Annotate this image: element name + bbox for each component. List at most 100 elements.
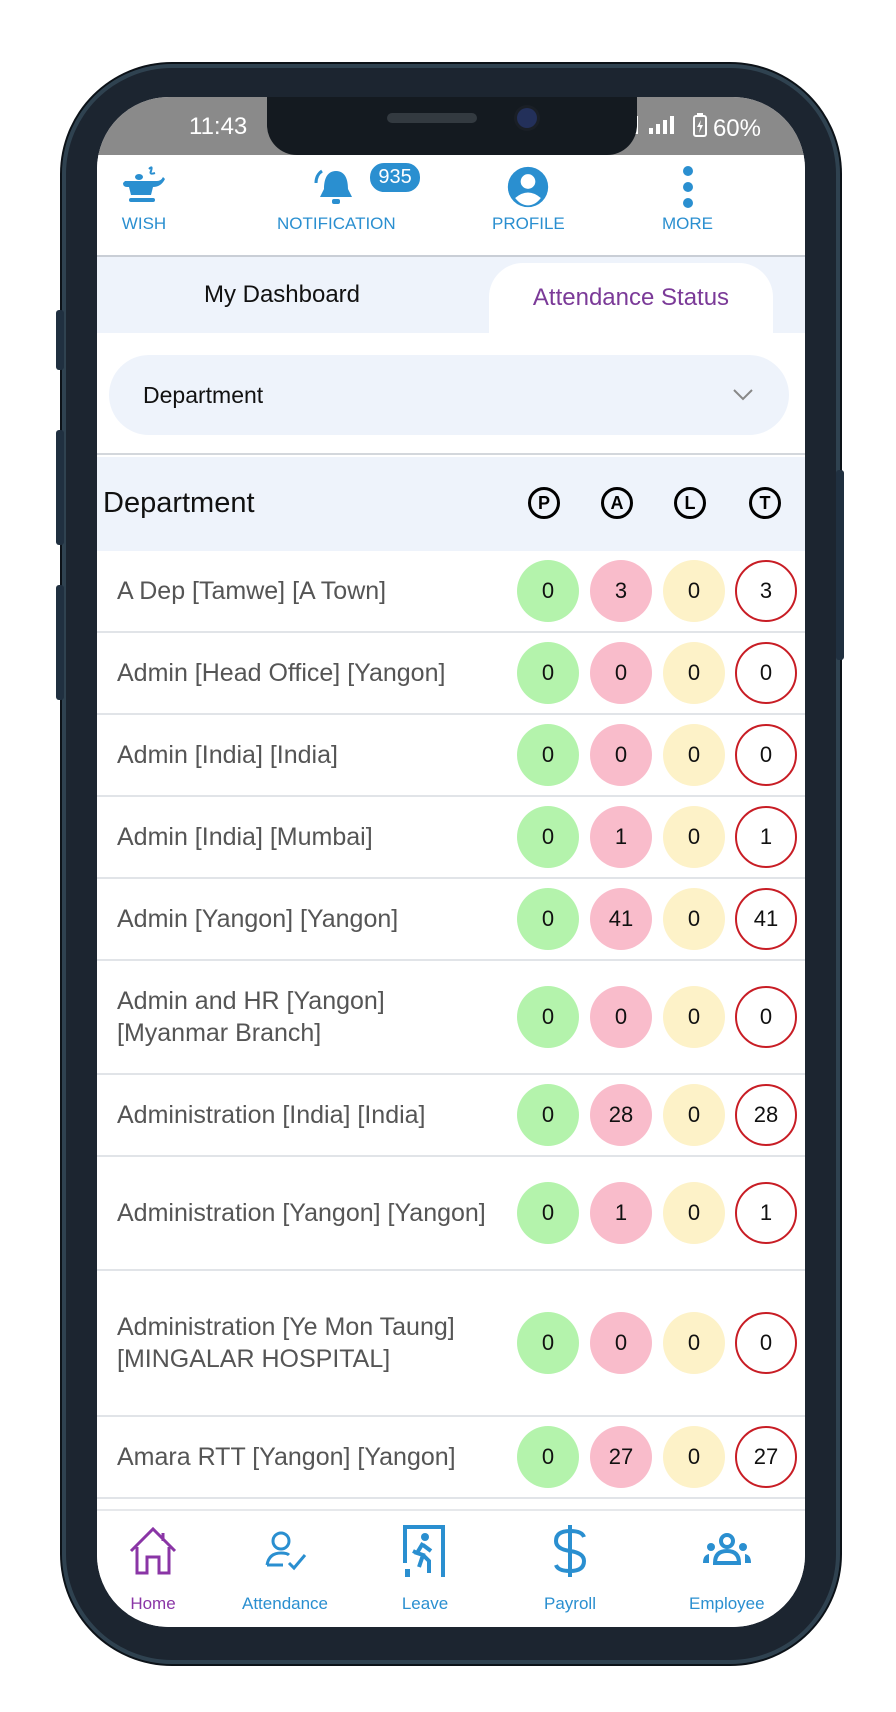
screen: 11:43 60% WISH 935 NOTIFICATION PROFILE … [97,97,805,1627]
top-nav-more[interactable]: MORE [662,165,713,234]
leave-count: 0 [663,986,725,1048]
department-name: Admin [Yangon] [Yangon] [117,905,399,933]
absent-count: 3 [590,560,652,622]
exit-door-icon [397,1523,453,1594]
side-button [56,430,64,545]
user-circle-icon [504,165,552,214]
bottom-nav-employee-label: Employee [689,1594,765,1613]
more-vertical-icon [678,165,698,214]
power-button [836,470,844,660]
group-icon [699,1523,755,1594]
top-nav-more-label: MORE [662,214,713,233]
top-nav-profile-label: PROFILE [492,214,565,233]
top-nav-wish[interactable]: WISH [119,165,169,234]
status-time: 11:43 [189,113,248,140]
absent-count: 0 [590,724,652,786]
absent-column-icon: A [601,487,633,519]
attendance-check-icon [257,1523,313,1594]
present-count: 0 [517,724,579,786]
total-count: 41 [735,888,797,950]
total-count: 1 [735,1182,797,1244]
leave-count: 0 [663,642,725,704]
department-list: A Dep [Tamwe] [A Town] 0 3 0 3 Admin [Head Of… [97,551,805,1499]
total-count: 0 [735,1312,797,1374]
table-row[interactable]: Administration [Yangon] [Yangon] 0 1 0 1 [97,1157,805,1271]
top-nav-notification[interactable]: 935 NOTIFICATION [277,161,422,234]
leave-count: 0 [663,888,725,950]
absent-count: 28 [590,1084,652,1146]
leave-count: 0 [663,806,725,868]
table-row[interactable]: Admin [Head Office] [Yangon] 0 0 0 0 [97,633,805,715]
total-count: 3 [735,560,797,622]
total-count: 0 [735,642,797,704]
side-button [56,585,64,700]
bottom-nav-payroll[interactable]: Payroll [542,1523,598,1614]
leave-count: 0 [663,560,725,622]
table-row[interactable]: Admin [India] [India] 0 0 0 0 [97,715,805,797]
bottom-nav-attendance[interactable]: Attendance [242,1523,328,1614]
bottom-nav-employee[interactable]: Employee [689,1523,765,1614]
top-nav-notification-label: NOTIFICATION [277,214,396,233]
leave-count: 0 [663,1312,725,1374]
table-row[interactable]: A Dep [Tamwe] [A Town] 0 3 0 3 [97,551,805,633]
absent-count: 1 [590,1182,652,1244]
bottom-nav-home-label: Home [130,1594,176,1613]
present-count: 0 [517,986,579,1048]
tab-bar: My Dashboard Attendance Status [97,257,805,333]
total-column-icon: T [749,487,781,519]
bottom-nav-leave[interactable]: Leave [397,1523,453,1614]
leave-count: 0 [663,724,725,786]
present-count: 0 [517,560,579,622]
table-header-title: Department [103,487,255,519]
absent-count: 41 [590,888,652,950]
notification-badge: 935 [368,161,422,194]
present-count: 0 [517,1084,579,1146]
department-name: Admin [India] [Mumbai] [117,823,373,851]
table-row[interactable]: Admin and HR [Yangon] [Myanmar Branch] 0 0… [97,961,805,1075]
table-row[interactable]: Admin [Yangon] [Yangon] 0 41 0 41 [97,879,805,961]
present-count: 0 [517,806,579,868]
bottom-nav-leave-label: Leave [401,1594,449,1613]
present-count: 0 [517,642,579,704]
top-nav: WISH 935 NOTIFICATION PROFILE MORE [97,155,805,257]
absent-count: 0 [590,642,652,704]
department-name: Administration [Ye Mon Taung] [MINGALAR … [117,1313,455,1373]
battery-level: 60% [712,114,761,142]
table-row[interactable]: Amara RTT [Yangon] [Yangon] 0 27 0 27 [97,1417,805,1499]
battery-icon [692,113,707,144]
department-name: A Dep [Tamwe] [A Town] [117,577,387,605]
absent-count: 0 [590,986,652,1048]
total-count: 0 [735,724,797,786]
leave-count: 0 [663,1426,725,1488]
bottom-nav: Home Attendance Leave Payroll Employee [97,1509,805,1627]
status-bar: 11:43 60% [97,97,805,155]
table-row[interactable]: Administration [India] [India] 0 28 0 28 [97,1075,805,1157]
bottom-nav-home[interactable]: Home [125,1523,181,1614]
dropdown-selected-value: Department [143,381,264,408]
table-row[interactable]: Administration [Ye Mon Taung] [MINGALAR … [97,1271,805,1417]
bell-icon: 935 [308,161,422,214]
total-count: 0 [735,986,797,1048]
side-button [56,310,64,370]
leave-count: 0 [663,1084,725,1146]
teapot-icon [119,165,169,214]
present-count: 0 [517,888,579,950]
absent-count: 1 [590,806,652,868]
total-count: 1 [735,806,797,868]
tab-my-dashboard[interactable]: My Dashboard [137,257,427,333]
notch [267,97,637,155]
department-filter-dropdown[interactable]: Department [109,355,789,435]
top-nav-profile[interactable]: PROFILE [492,165,565,234]
present-count: 0 [517,1312,579,1374]
camera [517,108,537,128]
total-count: 28 [735,1084,797,1146]
dollar-icon [542,1523,598,1594]
status-indicators: 60% [626,113,761,144]
department-name: Amara RTT [Yangon] [Yangon] [117,1443,456,1471]
department-name: Admin [India] [India] [117,741,338,769]
tab-attendance-status[interactable]: Attendance Status [489,263,773,333]
leave-count: 0 [663,1182,725,1244]
department-name: Admin and HR [Yangon] [Myanmar Branch] [117,987,385,1047]
table-row[interactable]: Admin [India] [Mumbai] 0 1 0 1 [97,797,805,879]
absent-count: 27 [590,1426,652,1488]
